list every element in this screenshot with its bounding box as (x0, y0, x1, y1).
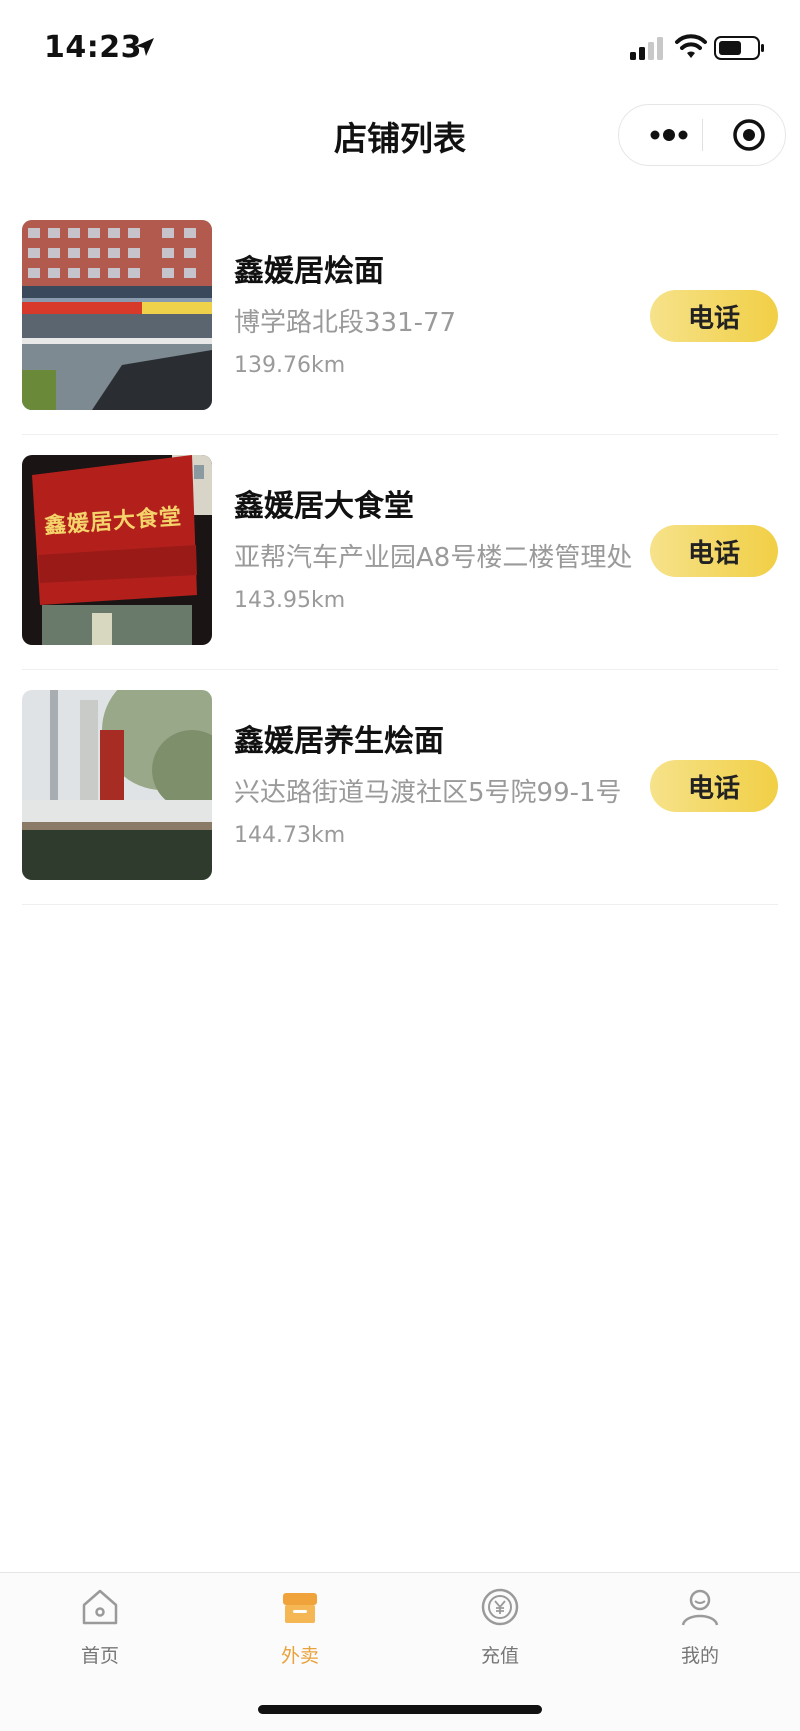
call-button[interactable]: 电话 (650, 525, 778, 577)
cellular-signal-icon (630, 37, 663, 60)
home-indicator (258, 1705, 542, 1714)
status-bar: 14:23 (0, 0, 800, 96)
store-distance: 144.73km (234, 823, 346, 848)
wifi-icon (675, 34, 707, 58)
store-address: 兴达路街道马渡社区5号院99-1号 (234, 778, 622, 808)
status-time: 14:23 (44, 30, 142, 65)
more-options-button[interactable] (637, 105, 701, 164)
store-address: 亚帮汽车产业园A8号楼二楼管理处 (234, 543, 633, 573)
store-name: 鑫媛居养生烩面 (234, 724, 444, 759)
tab-label: 我的 (680, 1645, 719, 1667)
store-item[interactable]: 鑫媛居烩面 博学路北段331-77 139.76km 电话 (22, 200, 778, 435)
tab-takeout[interactable]: 外卖 (240, 1585, 360, 1675)
call-button[interactable]: 电话 (650, 760, 778, 812)
store-list: 鑫媛居烩面 博学路北段331-77 139.76km 电话 鑫媛居大食堂 鑫媛居… (0, 200, 800, 905)
target-icon (733, 118, 765, 151)
tab-label: 外卖 (280, 1645, 319, 1667)
mini-program-capsule (618, 104, 786, 166)
store-item[interactable]: 鑫媛居养生烩面 兴达路街道马渡社区5号院99-1号 144.73km 电话 (22, 670, 778, 905)
close-mini-program-button[interactable] (719, 105, 779, 164)
tab-label: 首页 (80, 1645, 119, 1667)
screen: 14:23 店铺列表 鑫媛居烩面 博学路北段331-77 139.76km 电话… (0, 0, 800, 1731)
tab-recharge[interactable]: 充值 (440, 1585, 560, 1675)
store-name: 鑫媛居烩面 (234, 254, 384, 289)
home-icon (82, 1589, 118, 1625)
user-icon (681, 1589, 719, 1626)
tab-mine[interactable]: 我的 (640, 1585, 760, 1675)
store-icon (283, 1593, 317, 1623)
store-address: 博学路北段331-77 (234, 308, 457, 338)
capsule-divider (702, 119, 703, 151)
store-distance: 143.95km (234, 588, 346, 613)
store-distance: 139.76km (234, 353, 346, 378)
location-arrow-icon (136, 38, 154, 56)
battery-icon (714, 36, 764, 60)
store-name: 鑫媛居大食堂 (234, 489, 414, 524)
store-photo: 鑫媛居大食堂 (22, 455, 212, 645)
more-dots-icon (650, 128, 688, 141)
yuan-coin-icon (481, 1588, 519, 1626)
tab-label: 充值 (480, 1645, 519, 1667)
tab-home[interactable]: 首页 (40, 1585, 160, 1675)
store-item[interactable]: 鑫媛居大食堂 鑫媛居大食堂 亚帮汽车产业园A8号楼二楼管理处 143.95km … (22, 435, 778, 670)
call-button[interactable]: 电话 (650, 290, 778, 342)
store-photo (22, 690, 212, 880)
store-photo (22, 220, 212, 410)
